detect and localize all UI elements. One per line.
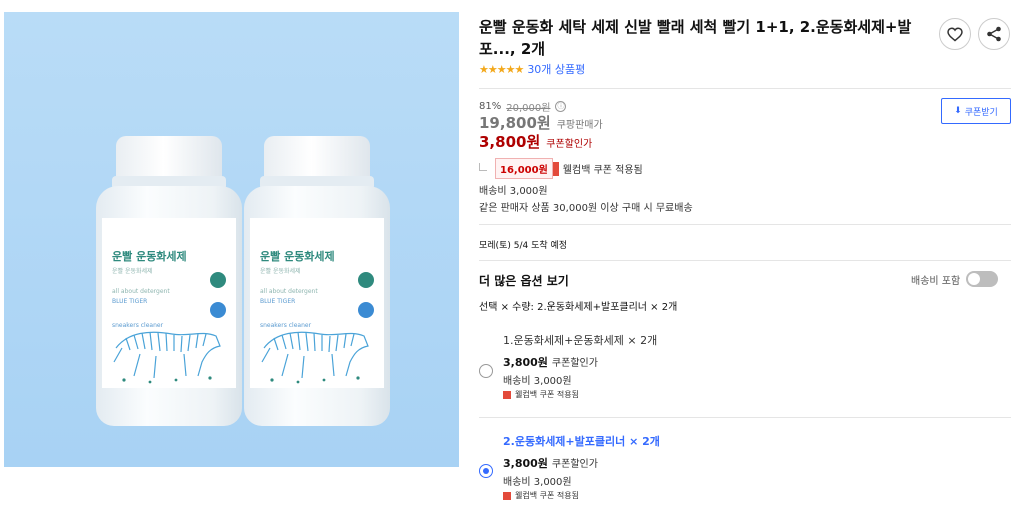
option-coupon-text: 웰컴백 쿠폰 적용됨 — [515, 390, 579, 399]
option-coupon-text: 웰컴백 쿠폰 적용됨 — [515, 491, 579, 500]
sale-price-label: 쿠팡판매가 — [556, 120, 603, 131]
wishlist-button[interactable] — [939, 18, 971, 50]
sale-price-row: 19,800원 쿠팡판매가 — [479, 112, 603, 133]
bottle-badge-icon — [210, 302, 226, 318]
option-price-row: 3,800원 쿠폰할인가 — [503, 455, 598, 471]
cashback-text: 웰컴백 쿠폰 적용됨 — [562, 165, 643, 176]
bottle-subtitle: all about detergent — [112, 288, 170, 295]
selection-summary: 선택 × 수량: 2.운동화세제+발포클리너 × 2개 — [479, 302, 678, 313]
option-price-label: 쿠폰할인가 — [551, 459, 598, 470]
divider — [479, 417, 1011, 418]
toggle-switch[interactable] — [966, 271, 999, 287]
cashback-amount: 16,000원 — [495, 158, 553, 179]
coupon-flag-icon — [503, 390, 511, 399]
divider — [479, 88, 1011, 89]
toggle-label: 배송비 포함 — [911, 275, 961, 287]
bottle-subtitle: BLUE TIGER — [260, 298, 296, 305]
option-item[interactable]: 1.운동화세제+운동화세제 × 2개 3,800원 쿠폰할인가 배송비 3,00… — [479, 332, 1011, 402]
arrival-estimate: 모레(토) 5/4 도착 예정 — [479, 241, 568, 251]
divider — [479, 224, 1011, 225]
cashback-row: 16,000원 웰컴백 쿠폰 적용됨 — [479, 158, 643, 179]
product-rating: ★★★★★ 30개 상품평 — [479, 61, 585, 77]
tiger-illustration-icon — [113, 331, 221, 384]
sale-price: 19,800원 — [479, 114, 551, 132]
info-icon[interactable]: ⓘ — [555, 101, 567, 112]
option-price-row: 3,800원 쿠폰할인가 — [503, 354, 598, 370]
free-shipping-condition: 같은 판매자 상품 30,000원 이상 구매 시 무료배송 — [479, 203, 693, 214]
bottle-badge-icon — [358, 272, 374, 288]
coupon-download-button[interactable]: ⬇ 쿠폰받기 — [941, 98, 1011, 124]
bottle-badge-icon — [210, 272, 226, 288]
option-radio-checked[interactable] — [479, 464, 493, 478]
tiger-illustration-icon — [261, 331, 369, 384]
option-price: 3,800원 — [503, 356, 548, 369]
bottle-subtitle: 운빨 운동화세제 — [112, 268, 153, 275]
option-price-label: 쿠폰할인가 — [551, 358, 598, 369]
bottle-brand-text: 운빨 운동화세제 — [112, 250, 187, 263]
rating-stars-icon: ★★★★★ — [479, 62, 524, 76]
coupon-flag-icon — [503, 491, 511, 500]
bottle-brand-text: 운빨 운동화세제 — [260, 250, 335, 263]
share-icon — [987, 26, 1001, 42]
option-radio[interactable] — [479, 364, 493, 378]
review-count-link[interactable]: 30개 상품평 — [527, 61, 585, 77]
product-bottle-left: 운빨 운동화세제 운빨 운동화세제 all about detergent BL… — [96, 136, 242, 426]
coupon-price: 3,800원 — [479, 133, 541, 151]
download-icon: ⬇ — [954, 106, 962, 116]
option-price: 3,800원 — [503, 457, 548, 470]
option-shipping: 배송비 3,000원 — [503, 477, 572, 488]
shipping-fee: 배송비 3,000원 — [479, 186, 548, 197]
coupon-price-row: 3,800원 쿠폰할인가 — [479, 131, 592, 152]
product-title: 운빨 운동화 세탁 세제 신발 빨래 세척 빨기 1+1, 2.운동화세제+발포… — [479, 18, 912, 58]
option-shipping: 배송비 3,000원 — [503, 376, 572, 387]
more-options-title: 더 많은 옵션 보기 — [479, 274, 569, 288]
option-coupon: 웰컴백 쿠폰 적용됨 — [503, 490, 579, 501]
option-coupon: 웰컴백 쿠폰 적용됨 — [503, 389, 579, 400]
discount-rate: 81% — [479, 101, 502, 112]
bottle-subtitle: 운빨 운동화세제 — [260, 268, 301, 275]
product-bottle-right: 운빨 운동화세제 운빨 운동화세제 all about detergent BL… — [244, 136, 390, 426]
option-name: 1.운동화세제+운동화세제 × 2개 — [503, 334, 658, 347]
tree-corner-icon — [479, 162, 487, 171]
bottle-badge-icon — [358, 302, 374, 318]
product-image[interactable]: 운빨 운동화세제 운빨 운동화세제 all about detergent BL… — [4, 12, 459, 467]
option-item-selected[interactable]: 2.운동화세제+발포클리너 × 2개 3,800원 쿠폰할인가 배송비 3,00… — [479, 433, 1011, 505]
bottle-subtitle: BLUE TIGER — [112, 298, 148, 305]
coupon-button-label: 쿠폰받기 — [964, 107, 998, 118]
coupon-flag-icon — [552, 161, 559, 176]
share-button[interactable] — [978, 18, 1010, 50]
divider — [479, 260, 1011, 261]
heart-icon — [947, 26, 963, 41]
shipping-included-toggle[interactable]: 배송비 포함 — [911, 271, 999, 287]
coupon-price-label: 쿠폰할인가 — [546, 139, 593, 150]
option-name: 2.운동화세제+발포클리너 × 2개 — [503, 435, 660, 448]
bottle-subtitle: all about detergent — [260, 288, 318, 295]
